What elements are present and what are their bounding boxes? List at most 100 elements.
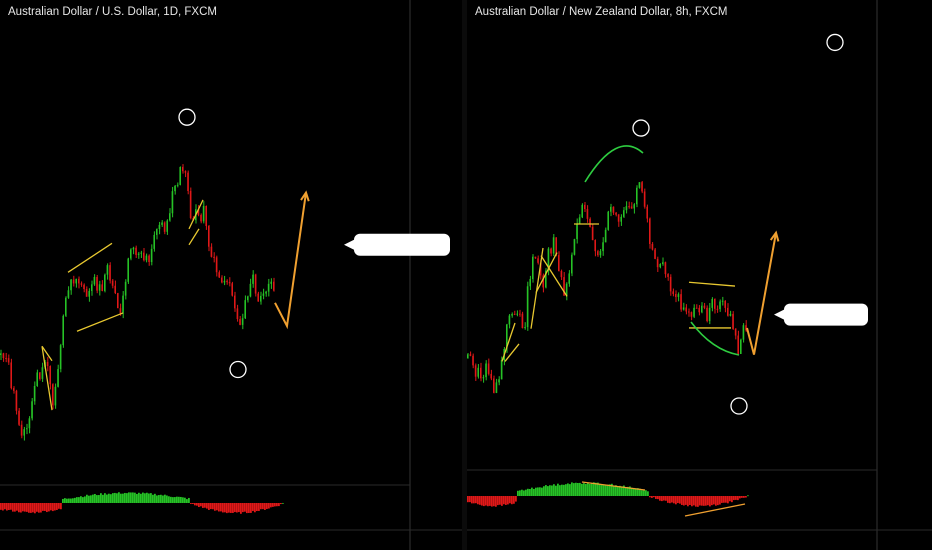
candle-body[interactable] bbox=[158, 224, 161, 230]
candle-body[interactable] bbox=[485, 363, 487, 378]
candle-body[interactable] bbox=[641, 182, 643, 192]
chart-canvas-audusd[interactable] bbox=[0, 0, 462, 550]
candle-body[interactable] bbox=[252, 274, 254, 284]
candle-body[interactable] bbox=[534, 256, 537, 259]
candle-body[interactable] bbox=[628, 206, 630, 208]
candle-body[interactable] bbox=[578, 217, 581, 224]
candle-body[interactable] bbox=[156, 229, 158, 235]
candle-body[interactable] bbox=[474, 365, 477, 377]
candle-body[interactable] bbox=[675, 293, 677, 297]
candle-body[interactable] bbox=[260, 295, 262, 302]
candle-body[interactable] bbox=[721, 300, 724, 302]
candle-body[interactable] bbox=[480, 367, 482, 379]
candle-body[interactable] bbox=[91, 284, 93, 291]
candle-body[interactable] bbox=[114, 285, 116, 294]
candle-body[interactable] bbox=[119, 308, 122, 314]
candle-body[interactable] bbox=[5, 358, 7, 360]
candle-body[interactable] bbox=[508, 315, 511, 325]
candle-body[interactable] bbox=[28, 418, 31, 429]
candle-body[interactable] bbox=[599, 251, 602, 256]
candle-body[interactable] bbox=[651, 243, 654, 250]
candle-body[interactable] bbox=[529, 278, 531, 287]
candle-body[interactable] bbox=[163, 222, 166, 232]
candle-body[interactable] bbox=[267, 283, 270, 292]
candle-body[interactable] bbox=[537, 258, 539, 263]
candle-body[interactable] bbox=[127, 258, 129, 282]
candle-body[interactable] bbox=[231, 283, 233, 296]
candle-body[interactable] bbox=[117, 293, 119, 309]
candle-body[interactable] bbox=[703, 305, 706, 308]
candle-body[interactable] bbox=[179, 166, 181, 185]
candle-body[interactable] bbox=[273, 281, 275, 291]
candle-body[interactable] bbox=[75, 278, 77, 284]
candle-body[interactable] bbox=[200, 214, 202, 222]
candle-body[interactable] bbox=[140, 252, 142, 254]
candle-body[interactable] bbox=[487, 363, 490, 374]
candle-body[interactable] bbox=[490, 373, 492, 379]
candle-body[interactable] bbox=[57, 369, 59, 387]
candle-body[interactable] bbox=[49, 366, 51, 385]
candle-body[interactable] bbox=[33, 385, 36, 402]
candle-body[interactable] bbox=[241, 318, 244, 325]
candle-body[interactable] bbox=[96, 277, 98, 291]
candle-body[interactable] bbox=[477, 367, 479, 377]
candle-body[interactable] bbox=[550, 248, 552, 254]
candle-body[interactable] bbox=[239, 319, 241, 325]
candle-body[interactable] bbox=[682, 307, 685, 310]
candle-body[interactable] bbox=[10, 362, 12, 389]
candle-body[interactable] bbox=[714, 298, 716, 309]
candle-body[interactable] bbox=[20, 424, 23, 436]
candle-body[interactable] bbox=[734, 328, 737, 336]
candle-body[interactable] bbox=[472, 355, 474, 366]
candle-body[interactable] bbox=[132, 247, 135, 250]
candle-body[interactable] bbox=[727, 307, 729, 316]
candle-body[interactable] bbox=[524, 327, 526, 329]
candle-body[interactable] bbox=[7, 358, 10, 363]
candle-body[interactable] bbox=[169, 213, 171, 221]
candle-body[interactable] bbox=[78, 278, 80, 284]
callout-box[interactable] bbox=[784, 303, 868, 326]
candle-body[interactable] bbox=[467, 354, 469, 359]
candle-body[interactable] bbox=[591, 226, 594, 241]
candle-body[interactable] bbox=[729, 313, 732, 316]
candle-body[interactable] bbox=[109, 265, 111, 281]
candle-body[interactable] bbox=[740, 339, 742, 354]
candle-body[interactable] bbox=[701, 305, 703, 313]
candle-body[interactable] bbox=[498, 379, 500, 383]
candle-body[interactable] bbox=[208, 225, 210, 247]
candle-body[interactable] bbox=[659, 264, 661, 268]
candle-body[interactable] bbox=[254, 274, 257, 294]
candle-body[interactable] bbox=[249, 283, 252, 297]
candle-body[interactable] bbox=[135, 247, 137, 255]
candle-body[interactable] bbox=[630, 206, 633, 209]
callout-box[interactable] bbox=[354, 233, 450, 256]
candle-body[interactable] bbox=[643, 191, 646, 207]
candle-body[interactable] bbox=[521, 313, 524, 329]
candle-body[interactable] bbox=[13, 388, 15, 391]
candle-body[interactable] bbox=[150, 248, 153, 263]
candle-body[interactable] bbox=[36, 372, 38, 386]
candle-body[interactable] bbox=[693, 307, 695, 317]
candle-body[interactable] bbox=[617, 214, 620, 222]
candle-body[interactable] bbox=[0, 353, 2, 355]
candle-body[interactable] bbox=[589, 218, 591, 227]
candle-body[interactable] bbox=[656, 258, 659, 268]
candle-body[interactable] bbox=[59, 345, 62, 370]
candle-body[interactable] bbox=[106, 265, 109, 275]
candle-body[interactable] bbox=[594, 240, 596, 252]
candle-body[interactable] bbox=[716, 308, 719, 310]
candle-body[interactable] bbox=[98, 284, 101, 291]
candle-body[interactable] bbox=[202, 205, 205, 222]
candle-body[interactable] bbox=[560, 270, 563, 278]
chart-panel-audusd[interactable]: Australian Dollar / U.S. Dollar, 1D, FXC… bbox=[0, 0, 462, 550]
candle-body[interactable] bbox=[189, 191, 192, 219]
candle-body[interactable] bbox=[558, 255, 560, 271]
candle-body[interactable] bbox=[584, 204, 586, 210]
candle-body[interactable] bbox=[104, 274, 106, 291]
candle-body[interactable] bbox=[633, 204, 635, 209]
candle-body[interactable] bbox=[265, 291, 267, 294]
candle-body[interactable] bbox=[677, 294, 680, 297]
candle-body[interactable] bbox=[495, 382, 498, 393]
candle-body[interactable] bbox=[612, 206, 615, 213]
candle-body[interactable] bbox=[2, 353, 5, 359]
